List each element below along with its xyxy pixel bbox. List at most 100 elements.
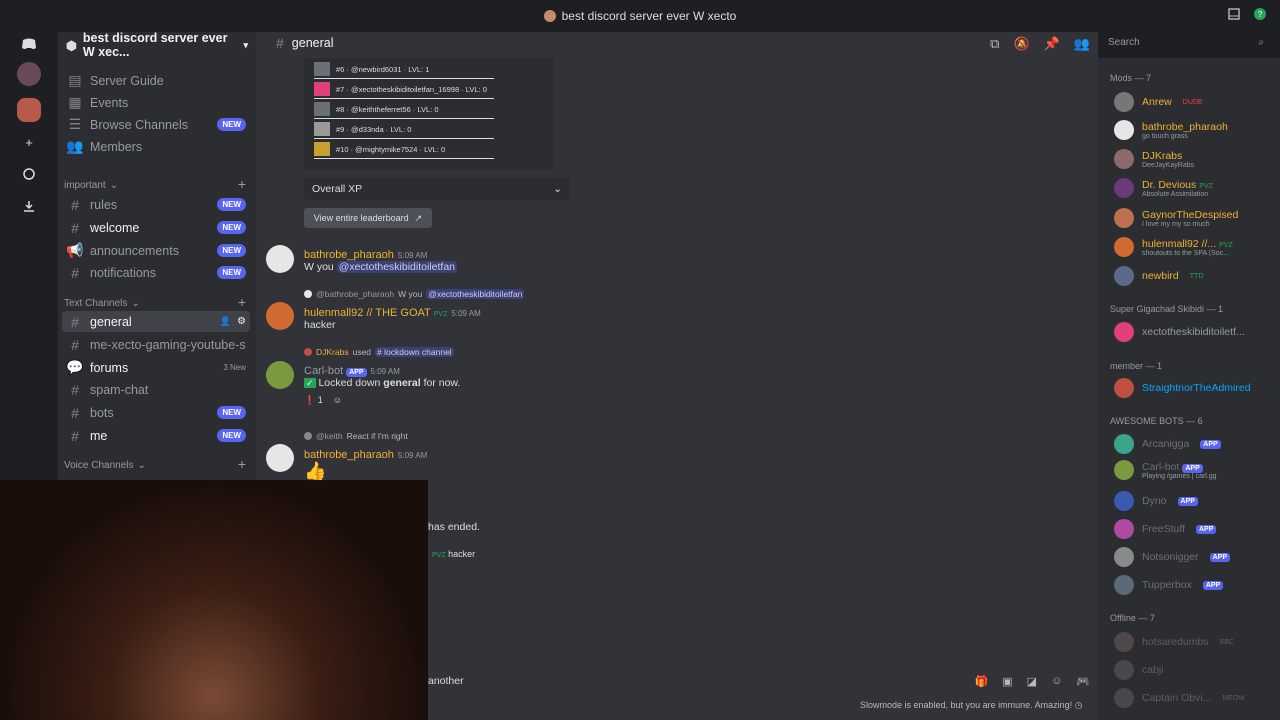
message-author[interactable]: bathrobe_pharaoh <box>304 449 394 461</box>
channel-general[interactable]: # general 👤 ⚙ <box>62 311 250 332</box>
category-voice-channels[interactable]: Voice Channels ⌄ <box>64 460 146 471</box>
avatar[interactable] <box>266 245 294 273</box>
member-item[interactable]: GaynorTheDespised I love my my so much <box>1114 208 1276 228</box>
reaction[interactable]: ❗ 1 <box>304 395 323 406</box>
message-author[interactable]: bathrobe_pharaoh <box>304 249 394 261</box>
message-text: W you <box>304 261 334 273</box>
mute-bell-icon[interactable]: 🔕 <box>1013 36 1029 52</box>
member-item[interactable]: cabji <box>1114 660 1276 680</box>
leaderboard-entry: #8 · @keiththeferret56 · LVL: 0 <box>336 104 439 114</box>
member-item[interactable]: newbird TTD <box>1114 266 1276 286</box>
sticker-icon[interactable]: ◪ <box>1027 675 1037 688</box>
member-status: Playing /games | carl.gg <box>1142 472 1217 480</box>
sidebar-item-events[interactable]: ▦ Events <box>62 92 250 113</box>
channel-rules[interactable]: # rules NEW <box>62 194 250 215</box>
channel-youtube-stream[interactable]: # me-xecto-gaming-youtube-stre... <box>62 334 250 355</box>
message-timestamp: 5:09 AM <box>397 451 428 460</box>
app-badge: APP <box>1196 524 1217 534</box>
title-bar: best discord server ever W xecto ? <box>0 0 1280 32</box>
discover-icon[interactable] <box>17 162 41 186</box>
members-icon: 👥 <box>66 138 84 154</box>
member-item[interactable]: xectotheskibiditoiletf... <box>1114 322 1276 342</box>
channel-notifications[interactable]: # notifications NEW <box>62 262 250 283</box>
server-icon[interactable] <box>17 62 41 86</box>
channel-welcome[interactable]: # welcome NEW <box>62 217 250 238</box>
message-author[interactable]: Carl-bot <box>304 365 343 377</box>
app-badge: APP <box>1182 463 1203 473</box>
category-important[interactable]: important ⌄ <box>64 180 118 191</box>
server-icon-active[interactable] <box>17 98 41 122</box>
member-item[interactable]: Anrew DUDE <box>1114 92 1276 112</box>
app-badge: APP <box>1177 496 1198 506</box>
new-badge: NEW <box>217 266 246 279</box>
timer-icon: ◷ <box>1074 700 1083 710</box>
threads-icon[interactable]: ⧉ <box>990 36 999 52</box>
member-item[interactable]: StraightnorTheAdmired <box>1114 378 1276 398</box>
channel-spam-chat[interactable]: # spam-chat <box>62 379 250 400</box>
avatar[interactable] <box>266 302 294 330</box>
add-channel-icon[interactable]: + <box>238 456 246 472</box>
channel-me[interactable]: # me NEW <box>62 425 250 446</box>
window-title: best discord server ever W xecto <box>561 9 737 23</box>
command-reply-preview[interactable]: DJKrabs used # lockdown channel <box>304 347 454 357</box>
user-mention[interactable]: @xectotheskibiditoiletfan <box>336 261 457 273</box>
reply-preview[interactable]: @bathrobe_pharaoh W you @xectotheskibidito… <box>304 289 525 299</box>
svg-text:?: ? <box>1258 10 1263 19</box>
member-item[interactable]: Carl-bot APP Playing /games | carl.gg <box>1114 460 1276 480</box>
avatar[interactable] <box>266 444 294 472</box>
gif-icon[interactable]: ▣ <box>1002 675 1012 688</box>
leaderboard-select[interactable]: Overall XP ⌄ <box>304 178 570 200</box>
member-tag: PVZ <box>1219 241 1233 249</box>
view-leaderboard-button[interactable]: View entire leaderboard ↗ <box>304 208 432 228</box>
message-author[interactable]: hulenmall92 // THE GOAT <box>304 307 431 319</box>
member-item[interactable]: Tupperbox APP <box>1114 575 1276 595</box>
home-icon[interactable] <box>17 32 41 56</box>
add-reaction-icon[interactable]: ☺ <box>333 395 342 406</box>
channel-forums[interactable]: 💬 forums 3 New <box>62 357 250 378</box>
apps-icon[interactable]: 🎮 <box>1076 675 1090 688</box>
app-badge: APP <box>1200 439 1221 449</box>
member-item[interactable]: Dyno APP <box>1114 491 1276 511</box>
avatar <box>314 82 330 96</box>
member-item[interactable]: DJKrabs DeeJayKayRabs <box>1114 149 1276 169</box>
add-channel-icon[interactable]: + <box>238 176 246 192</box>
new-badge: NEW <box>217 198 246 211</box>
sidebar-item-members[interactable]: 👥 Members <box>62 136 250 157</box>
inbox-icon[interactable] <box>1228 8 1240 20</box>
gift-icon[interactable]: 🎁 <box>975 675 989 688</box>
channel-bots[interactable]: # bots NEW <box>62 402 250 423</box>
member-item[interactable]: Notsonigger APP <box>1114 547 1276 567</box>
member-list-icon[interactable]: 👥 <box>1074 36 1090 52</box>
channel-announcements[interactable]: 📢 announcements NEW <box>62 240 250 261</box>
member-item[interactable]: hulenmall92 //... PVZ shoutouts to the SPA… <box>1114 237 1276 257</box>
reply-avatar <box>304 432 312 440</box>
help-icon[interactable]: ? <box>1254 8 1266 20</box>
member-name: Tupperbox <box>1142 579 1192 591</box>
gear-icon[interactable]: ⚙ <box>237 316 246 327</box>
message-composer[interactable]: another 🎁 ▣ ◪ ☺ 🎮 <box>428 670 1090 692</box>
member-item[interactable]: hotsaredumbs BBC <box>1114 632 1276 652</box>
invite-icon[interactable]: 👤 <box>220 316 231 327</box>
member-item[interactable]: Arcanigga APP <box>1114 434 1276 454</box>
member-item[interactable]: Dr. Devious PVZ Absolute Assimilation <box>1114 178 1276 198</box>
avatar[interactable] <box>266 361 294 389</box>
add-server-icon[interactable]: + <box>17 130 41 154</box>
download-icon[interactable] <box>17 194 41 218</box>
emoji-icon[interactable]: ☺ <box>1051 675 1062 688</box>
reply-avatar <box>304 290 312 298</box>
reply-preview[interactable]: @keith React if I'm right <box>304 431 408 441</box>
server-header[interactable]: ⬢ best discord server ever W xec... ▾ <box>58 31 256 59</box>
search-input[interactable]: Search ⌕ <box>1104 34 1268 52</box>
channel-label: announcements <box>90 243 179 258</box>
add-channel-icon[interactable]: + <box>238 294 246 310</box>
sidebar-item-server-guide[interactable]: ▤ Server Guide <box>62 70 250 91</box>
pin-icon[interactable]: 📌 <box>1044 36 1060 52</box>
member-item[interactable]: Captain Obvi... MEOW <box>1114 688 1276 708</box>
member-item[interactable]: FreeStuff APP <box>1114 519 1276 539</box>
reply-text: React if I'm right <box>346 431 408 441</box>
category-text-channels[interactable]: Text Channels ⌄ <box>64 298 140 309</box>
sidebar-item-browse-channels[interactable]: ☰ Browse Channels NEW <box>62 114 250 135</box>
member-name: hotsaredumbs <box>1142 636 1209 648</box>
hash-icon: # <box>71 381 79 398</box>
member-item[interactable]: bathrobe_pharaoh go touch grass <box>1114 120 1276 140</box>
